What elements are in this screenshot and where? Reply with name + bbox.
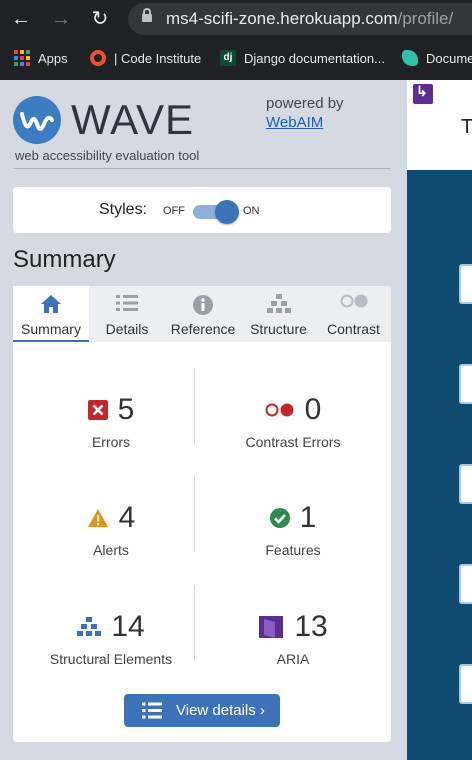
bookmark-django[interactable]: dj Django documentation... [220,48,385,68]
stat-label: Alerts [93,542,129,558]
bookmark-documentation[interactable]: Docume [402,48,472,68]
bookmarks-bar: Apps | Code Institute dj Django document… [0,40,472,76]
alert-icon [87,508,109,528]
reload-icon[interactable]: ↻ [87,6,113,32]
stat-count: 4 [118,501,136,534]
info-icon [192,294,214,321]
stat-count: 0 [304,393,322,426]
site-form-field[interactable] [459,664,472,704]
stat-count: 14 [111,610,145,643]
website-preview: T [407,80,472,760]
tab-reference[interactable]: Reference [165,286,241,342]
summary-heading: Summary [13,246,116,273]
powered-by: powered by WebAIM [266,94,344,132]
url-text: ms4-scifi-zone.herokuapp.com/profile/ [166,9,453,29]
aria-icon [258,614,284,640]
browser-toolbar: ← → ↻ ms4-scifi-zone.herokuapp.com/profi… [0,0,472,38]
stat-label: Contrast Errors [245,434,341,450]
documentation-icon [402,50,418,66]
url-host: ms4-scifi-zone.herokuapp.com [166,9,398,28]
toggle-off-label: OFF [163,205,185,217]
address-bar[interactable]: ms4-scifi-zone.herokuapp.com/profile/ [128,3,472,35]
bookmark-label: Django documentation... [244,50,385,66]
site-header: T [407,80,472,170]
wave-skip-icon[interactable] [413,83,433,104]
site-form-field[interactable] [459,564,472,604]
webaim-link[interactable]: WebAIM [266,113,344,132]
styles-toggle-card: Styles: OFF ON [13,187,391,233]
tab-contrast[interactable]: Contrast [316,286,391,342]
styles-toggle-knob[interactable] [215,200,239,224]
lock-icon [142,8,152,24]
toggle-on-label: ON [243,205,260,217]
tab-label: Reference [170,321,236,337]
stat-label: Structural Elements [49,651,173,667]
stat-contrast-errors[interactable]: 0 Contrast Errors [203,390,383,476]
stat-label: ARIA [276,651,310,667]
code-institute-icon [90,50,106,66]
wave-logo-icon [13,96,61,144]
structure-icon [77,617,102,637]
site-header-text: T [461,116,472,138]
stat-features[interactable]: 1 Features [203,498,383,584]
browser-chrome: ← → ↻ ms4-scifi-zone.herokuapp.com/profi… [0,0,472,80]
list-icon [142,702,162,723]
site-form-field[interactable] [459,264,472,304]
site-form-field[interactable] [459,464,472,504]
forward-arrow-icon[interactable]: → [48,6,74,32]
list-icon [116,294,138,317]
bookmark-label: Apps [38,50,68,66]
stat-label: Features [265,542,321,558]
stat-alerts[interactable]: 4 Alerts [21,498,201,584]
tab-details[interactable]: Details [89,286,165,342]
styles-label: Styles: [99,201,148,218]
site-form-field[interactable] [459,364,472,404]
tab-label: Summary [21,321,81,337]
tab-label: Details [105,321,149,337]
view-details-label: View details › [176,702,265,719]
contrast-error-icon [265,403,295,417]
tab-structure[interactable]: Structure [241,286,316,342]
powered-by-text: powered by [266,95,344,112]
divider [13,168,391,169]
tab-label: Contrast [327,321,380,337]
wave-tabs: Summary Details Reference Structure Cont… [13,286,391,342]
error-icon [87,400,108,420]
apps-grid-icon [14,50,30,66]
stat-count: 5 [117,393,135,426]
tab-label: Structure [250,321,307,337]
feature-icon [269,508,290,528]
hierarchy-icon [266,294,291,319]
stat-count: 13 [294,610,328,643]
wave-wordmark: WAVE [71,96,195,143]
home-icon [40,294,62,319]
view-details-button[interactable]: View details › [124,694,280,727]
summary-stats: 5 Errors 0 Contrast Errors 4 Alerts 1 Fe… [13,342,391,742]
stat-label: Errors [91,434,131,450]
stat-count: 1 [299,501,317,534]
back-arrow-icon[interactable]: ← [8,6,34,32]
wave-panel: WAVE web accessibility evaluation tool p… [0,80,407,760]
stat-aria[interactable]: 13 ARIA [203,607,383,693]
bookmark-label: | Code Institute [114,50,202,66]
wave-tagline: web accessibility evaluation tool [15,148,200,163]
bookmark-apps[interactable]: Apps [14,48,68,68]
bookmark-label: Docume [426,50,472,66]
contrast-icon [340,294,368,313]
url-path: /profile/ [397,9,454,28]
bookmark-code-institute[interactable]: | Code Institute [90,48,201,68]
django-icon: dj [220,50,236,66]
stat-structural-elements[interactable]: 14 Structural Elements [21,607,201,693]
stat-errors[interactable]: 5 Errors [21,390,201,476]
tab-summary[interactable]: Summary [13,286,89,342]
